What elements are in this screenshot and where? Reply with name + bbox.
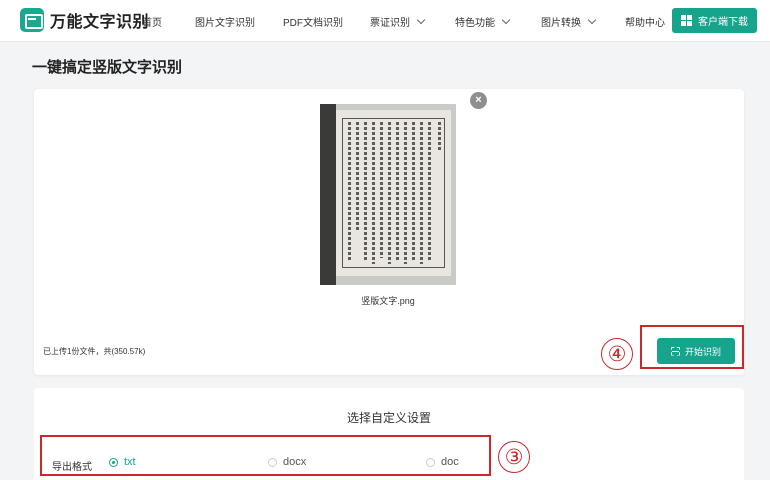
text-column — [404, 122, 407, 264]
text-column — [438, 122, 441, 152]
file-name: 竖版文字.png — [361, 296, 415, 306]
nav-item-image-convert[interactable]: 图片转换 — [541, 14, 597, 29]
uploaded-image-thumbnail[interactable] — [320, 104, 456, 285]
nav-item-features[interactable]: 特色功能 — [455, 14, 511, 29]
text-column — [420, 122, 423, 264]
chevron-down-icon — [587, 15, 597, 24]
highlight-box-export-format — [40, 435, 491, 476]
nav-item-ticket-ocr[interactable]: 票证识别 — [370, 14, 426, 29]
logo[interactable]: 万能文字识别 — [20, 8, 149, 32]
text-column — [364, 122, 367, 260]
close-icon: × — [475, 94, 482, 106]
text-column — [372, 122, 375, 264]
text-column — [356, 122, 359, 232]
text-column — [380, 122, 383, 258]
logo-icon — [20, 8, 44, 32]
book-spine — [320, 104, 336, 285]
highlight-box-start-button — [640, 325, 744, 369]
nav-label: 票证识别 — [370, 18, 410, 29]
nav-label: 特色功能 — [455, 18, 495, 29]
download-label: 客户端下载 — [698, 17, 748, 28]
text-column — [348, 122, 351, 262]
client-download-button[interactable]: 客户端下载 — [672, 8, 757, 33]
top-nav-bar: 万能文字识别 首页 图片文字识别 PDF文档识别 票证识别 特色功能 图片转换 … — [0, 0, 770, 42]
windows-icon — [681, 15, 692, 26]
text-column — [412, 122, 415, 260]
remove-file-button[interactable]: × — [470, 92, 487, 109]
nav-label: 图片文字识别 — [195, 18, 255, 29]
step-3-marker: ③ — [498, 441, 530, 473]
step-4-marker: ④ — [601, 338, 633, 370]
text-column — [428, 122, 431, 262]
nav-label: 首页 — [142, 18, 162, 29]
page-title: 一键搞定竖版文字识别 — [32, 59, 183, 76]
nav-item-home[interactable]: 首页 — [142, 14, 162, 29]
logo-text: 万能文字识别 — [50, 14, 150, 31]
nav-label: 帮助中心 — [625, 18, 665, 29]
chevron-down-icon — [416, 15, 426, 24]
nav-item-help[interactable]: 帮助中心 — [625, 14, 665, 29]
text-column — [396, 122, 399, 262]
nav-item-image-ocr[interactable]: 图片文字识别 — [195, 14, 255, 29]
settings-title: 选择自定义设置 — [346, 411, 431, 425]
text-column — [388, 122, 391, 264]
chevron-down-icon — [501, 15, 511, 24]
nav-label: PDF文档识别 — [283, 18, 343, 29]
upload-card: × 竖版文字.png 已上传1份文件，共(350.57k) 开始识别 — [34, 89, 744, 375]
nav-item-pdf-ocr[interactable]: PDF文档识别 — [283, 14, 343, 29]
upload-status-text: 已上传1份文件，共(350.57k) — [43, 347, 146, 356]
nav-label: 图片转换 — [541, 18, 581, 29]
